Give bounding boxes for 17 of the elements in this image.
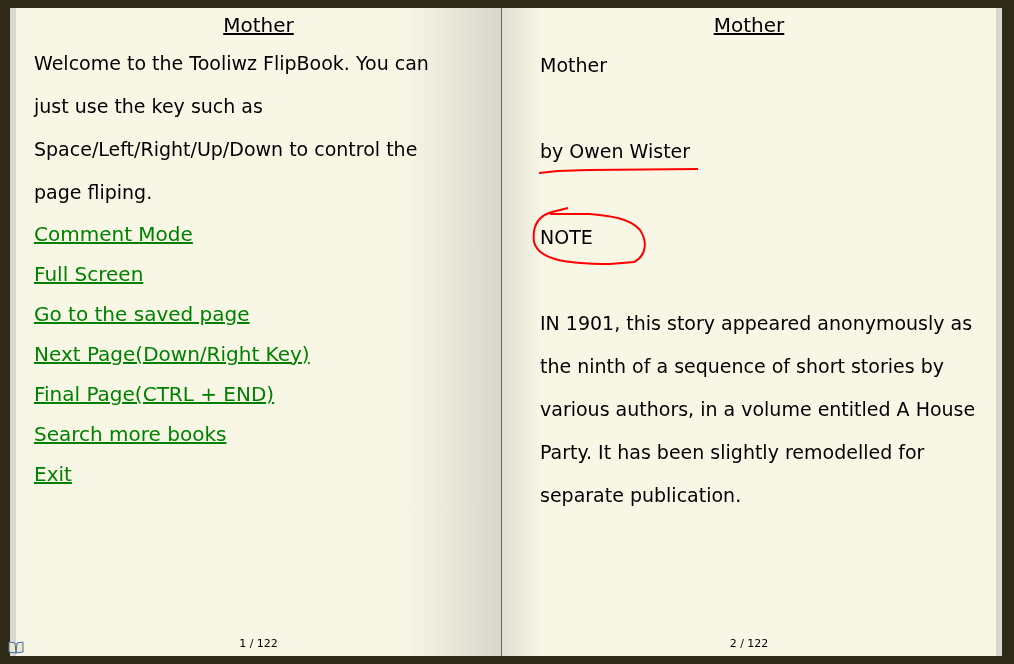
menu-link[interactable]: Go to the saved page [34,299,250,329]
menu-link[interactable]: Next Page(Down/Right Key) [34,339,310,369]
page-number: 1 / 122 [239,635,278,652]
page-text: Mother [540,53,607,78]
menu-link[interactable]: Comment Mode [34,219,193,249]
menu-link[interactable]: Final Page(CTRL + END) [34,379,275,409]
page-text: by Owen Wister [540,139,691,164]
intro-text: Welcome to the Tooliwz FlipBook. You can just use the key such as Space/Left/Right/Up/Down to control the page fliping. [34,51,430,205]
page-text: NOTE [540,225,593,250]
menu-link[interactable]: Exit [34,459,72,489]
page-number: 2 / 122 [729,635,769,652]
menu-link[interactable]: Full Screen [34,259,144,289]
page-header: Mother [713,12,785,39]
menu-link[interactable]: Search more books [34,419,227,449]
book-icon [8,640,24,654]
page-text: IN 1901, this story appeared anonymously as the ninth of a sequence of short stories by various authors, in a volume entitled A House Party. It has been slightly remodelled for separate publication. [540,311,976,508]
page-header: Mother [223,12,294,39]
